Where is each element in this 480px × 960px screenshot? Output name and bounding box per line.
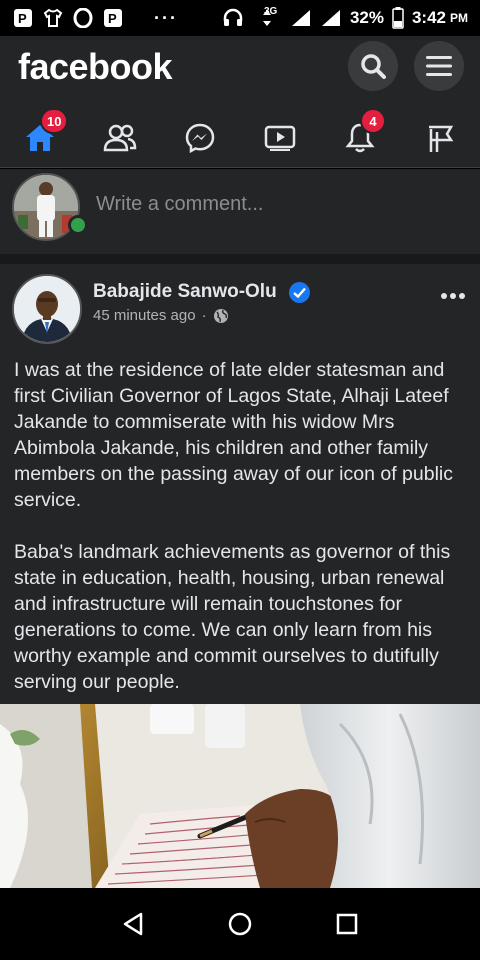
nav-pages[interactable] [418,116,462,160]
nav-messenger[interactable] [178,116,222,160]
home-circle-icon [228,912,252,936]
pinterest-icon: P [102,8,124,28]
signal-icon [320,8,342,28]
data-arrows-icon: 3G [252,6,282,28]
author-avatar[interactable] [12,274,82,344]
friends-icon [103,124,137,152]
home-badge: 10 [40,108,69,134]
comment-composer [0,169,480,254]
watch-icon [264,125,296,151]
messenger-icon [185,123,215,154]
post-timestamp[interactable]: 45 minutes ago [93,307,196,324]
app-header: facebook 10 4 [0,36,480,168]
verified-badge-icon [289,282,310,303]
signal-icon [290,8,312,28]
flag-icon [429,125,454,152]
post-paragraph: Baba's landmark achievements as governor… [14,541,451,693]
svg-text:P: P [18,11,27,26]
more-notifications-icon: ··· [154,7,178,28]
menu-button[interactable] [414,41,464,91]
author-name[interactable]: Babajide Sanwo-Olu [93,281,277,303]
main-nav: 10 4 [0,108,480,168]
opera-icon [72,8,94,28]
back-button[interactable] [113,904,153,944]
tshirt-icon [42,8,64,28]
globe-icon [213,308,228,323]
section-separator [0,254,480,264]
notifications-badge: 4 [360,108,386,134]
comment-input[interactable] [96,193,456,216]
clock: 3:42 [411,8,446,27]
recents-icon [336,913,357,935]
post-body: I was at the residence of late elder sta… [14,357,470,721]
nav-friends[interactable] [98,116,142,160]
post-card: Babajide Sanwo-Olu 45 minutes ago · I wa… [0,264,480,888]
pinterest-icon: P [12,8,34,28]
nav-watch[interactable] [258,116,302,160]
more-dot [459,293,465,299]
status-bar: P P ··· 3G 32% 3:42 PM [0,0,480,36]
recents-button[interactable] [327,904,367,944]
facebook-logo[interactable]: facebook [18,46,173,88]
back-icon [124,912,143,936]
system-nav-bar [0,888,480,960]
post-paragraph: I was at the residence of late elder sta… [14,359,453,511]
search-icon [361,54,386,79]
meta-separator: · [201,307,207,324]
post-photo[interactable] [0,704,480,888]
hamburger-menu-icon [426,56,452,76]
post-options-button[interactable] [436,284,470,308]
more-dot [441,293,447,299]
nav-notifications[interactable]: 4 [338,108,386,160]
more-dot [450,293,456,299]
post-meta: 45 minutes ago · [93,307,229,324]
clock-ampm: PM [450,11,468,25]
battery-icon [392,7,404,29]
headset-icon [222,8,244,28]
svg-text:P: P [108,11,117,26]
online-status-dot [68,215,88,235]
nav-home[interactable]: 10 [18,108,69,160]
battery-percent: 32% [349,8,384,27]
home-button[interactable] [220,904,260,944]
search-button[interactable] [348,41,398,91]
